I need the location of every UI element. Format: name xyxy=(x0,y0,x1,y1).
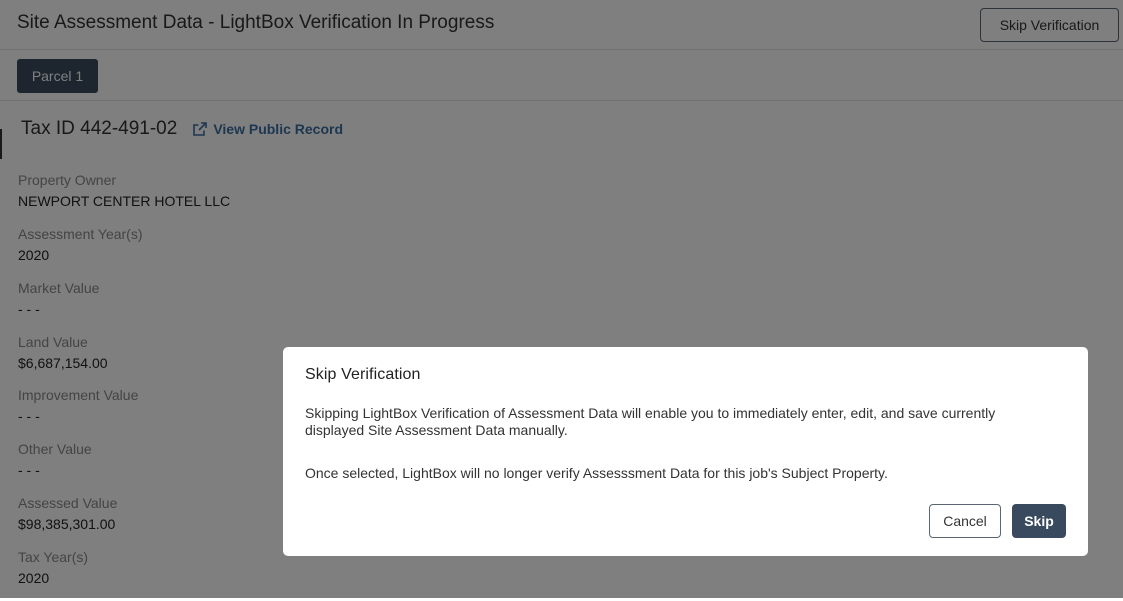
dialog-title: Skip Verification xyxy=(305,366,421,383)
cancel-button[interactable]: Cancel xyxy=(929,504,1001,538)
dialog-note: Once selected, LightBox will no longer v… xyxy=(305,465,888,481)
skip-verification-dialog: Skip Verification Skipping LightBox Veri… xyxy=(283,347,1088,556)
dialog-message: Skipping LightBox Verification of Assess… xyxy=(305,405,996,438)
skip-button[interactable]: Skip xyxy=(1012,504,1066,538)
